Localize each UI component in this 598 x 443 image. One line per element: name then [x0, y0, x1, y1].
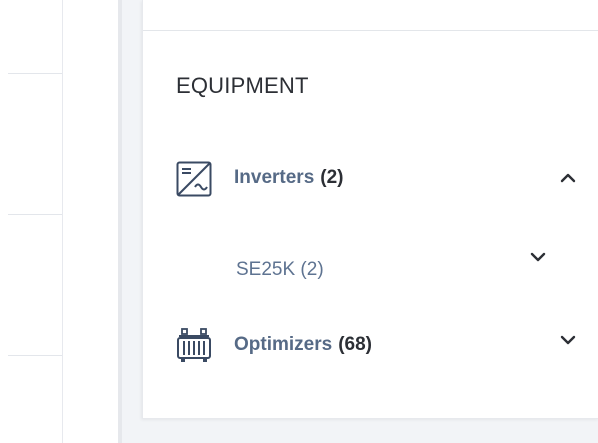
left-divider — [8, 73, 62, 74]
inverters-row[interactable]: Inverters (2) — [176, 159, 586, 199]
equipment-panel: EQUIPMENT Inverters (2) SE25K (2) Optimi… — [142, 0, 598, 419]
optimizers-count: (68) — [338, 334, 372, 355]
chevron-up-icon[interactable] — [558, 168, 578, 188]
model-label: SE25K (2) — [236, 259, 324, 280]
panel-divider — [143, 30, 598, 31]
inverters-label: Inverters (2) — [234, 167, 344, 188]
gutter-edge — [118, 0, 122, 443]
optimizer-icon — [176, 328, 212, 364]
inverter-icon — [176, 161, 212, 197]
left-divider — [8, 355, 62, 356]
inverters-count: (2) — [320, 167, 344, 188]
optimizers-label: Optimizers (68) — [234, 334, 372, 355]
app-root: EQUIPMENT Inverters (2) SE25K (2) Optimi… — [0, 0, 598, 443]
optimizers-row[interactable]: Optimizers (68) — [176, 326, 586, 366]
left-column — [0, 0, 63, 443]
chevron-down-icon[interactable] — [528, 247, 548, 267]
chevron-down-icon[interactable] — [558, 330, 578, 350]
equipment-title: EQUIPMENT — [176, 73, 309, 98]
left-divider — [8, 214, 62, 215]
model-row-se25k[interactable]: SE25K (2) — [236, 252, 566, 285]
